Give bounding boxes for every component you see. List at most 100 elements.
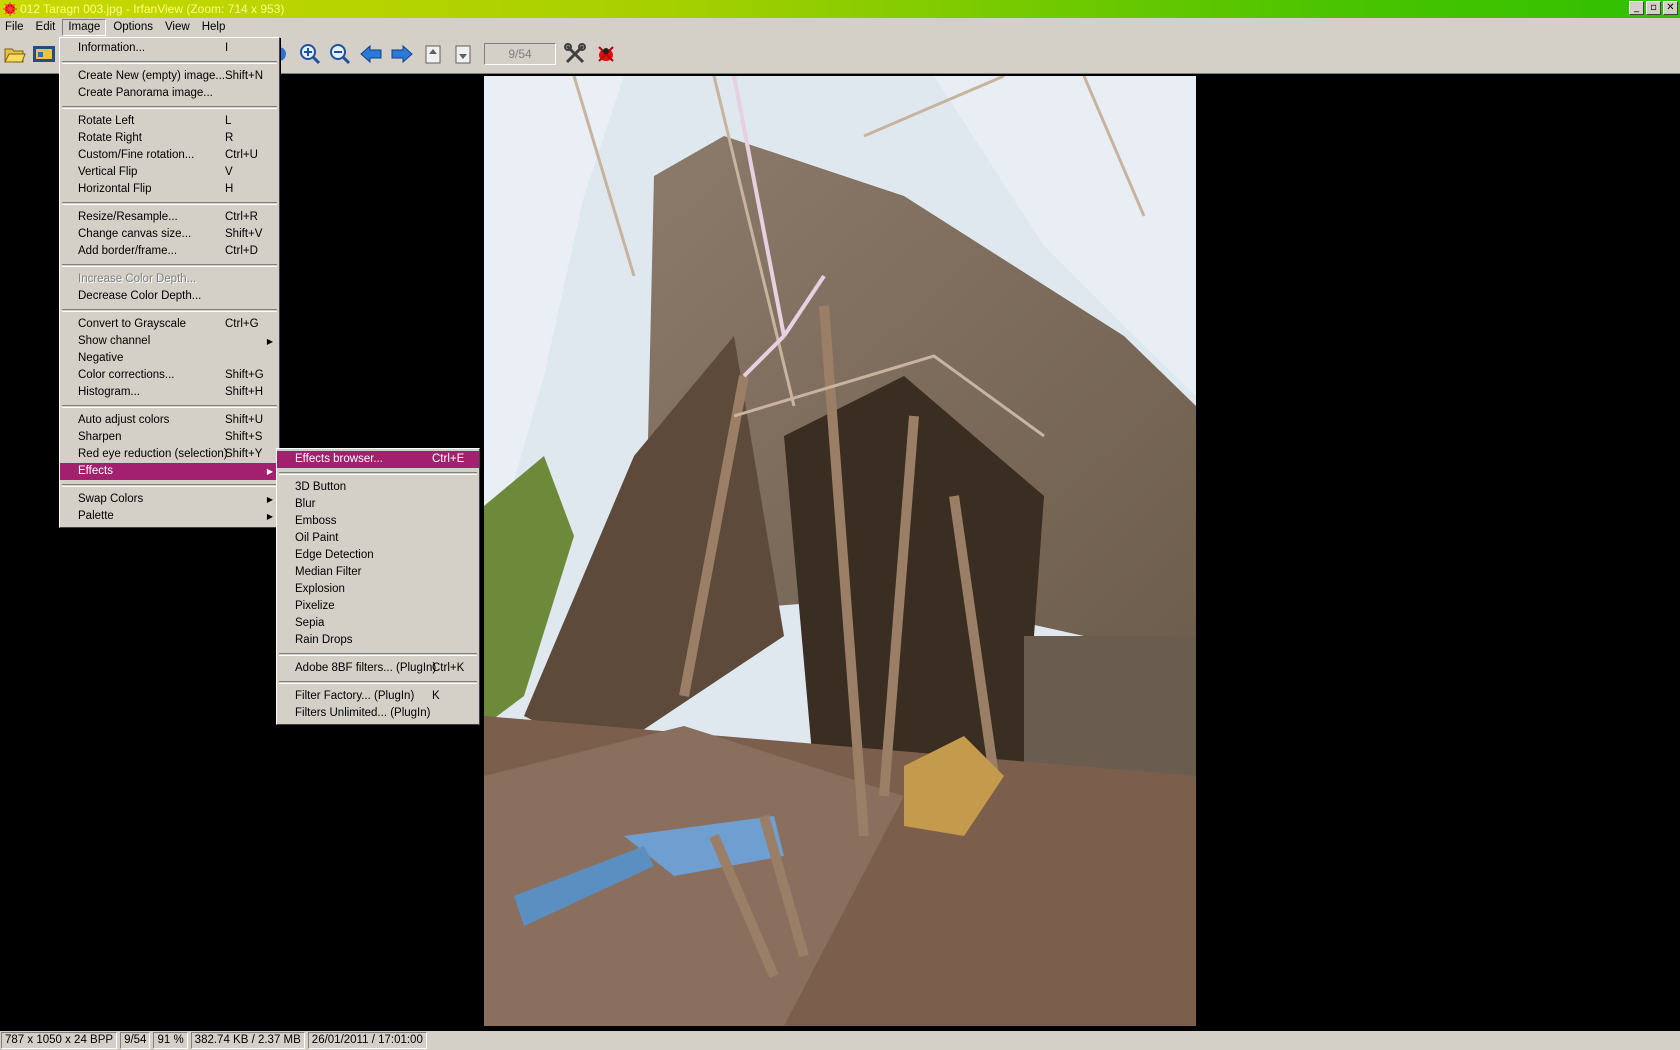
menu-item-shortcut: R [225,132,234,144]
menu-item-filters-unlimited-plugin[interactable]: Filters Unlimited... (PlugIn) [277,705,479,722]
menu-item-custom-fine-rotation[interactable]: Custom/Fine rotation... Ctrl+U [60,147,279,164]
menu-separator [62,405,277,408]
menu-item-shortcut: K [432,690,440,702]
menu-separator [279,681,477,684]
menu-item-sharpen[interactable]: Sharpen Shift+S [60,429,279,446]
properties-tools-icon[interactable] [563,42,587,66]
menu-item-label: Explosion [295,583,345,595]
menu-item-median-filter[interactable]: Median Filter [277,564,479,581]
menu-item-label: Add border/frame... [78,245,178,257]
menu-item-create-panorama-image[interactable]: Create Panorama image... [60,85,279,102]
maximize-button[interactable]: ▫ [1646,1,1661,15]
menu-item-shortcut: Shift+V [225,228,263,240]
page-counter: 9/54 [484,43,556,65]
menu-item-red-eye-reduction-selection[interactable]: Red eye reduction (selection) Shift+Y [60,446,279,463]
menu-item-convert-to-grayscale[interactable]: Convert to Grayscale Ctrl+G [60,316,279,333]
menu-item-label: Decrease Color Depth... [78,290,202,302]
menu-item-pixelize[interactable]: Pixelize [277,598,479,615]
menu-item-decrease-color-depth[interactable]: Decrease Color Depth... [60,288,279,305]
title-bar: 012 Taragn 003.jpg - IrfanView (Zoom: 71… [0,0,1680,18]
menu-item-3d-button[interactable]: 3D Button [277,479,479,496]
next-image-icon[interactable] [390,42,414,66]
menu-item-resize-resample[interactable]: Resize/Resample... Ctrl+R [60,209,279,226]
first-page-icon[interactable] [421,42,445,66]
menu-item-information[interactable]: Information... I [60,40,279,57]
menu-item-label: Filter Factory... (PlugIn) [295,690,415,702]
menu-item-add-border-frame[interactable]: Add border/frame... Ctrl+D [60,243,279,260]
status-page-index: 9/54 [120,1032,151,1049]
menu-item-label: Adobe 8BF filters... (PlugIn) [295,662,437,674]
menu-item-label: Emboss [295,515,337,527]
open-folder-icon[interactable] [3,42,27,66]
menu-separator [62,106,277,109]
menu-item-histogram[interactable]: Histogram... Shift+H [60,384,279,401]
menu-item-label: Blur [295,498,316,510]
zoom-in-icon[interactable] [298,42,322,66]
irfanview-app-icon[interactable] [3,2,17,16]
menu-item-effects[interactable]: Effects ▶ [60,463,279,480]
menu-separator [62,264,277,267]
menu-item-oil-paint[interactable]: Oil Paint [277,530,479,547]
menu-item-sepia[interactable]: Sepia [277,615,479,632]
menu-item-label: Color corrections... [78,369,175,381]
menu-item-rain-drops[interactable]: Rain Drops [277,632,479,649]
menu-item-rotate-left[interactable]: Rotate Left L [60,113,279,130]
menu-item-label: Rotate Right [78,132,142,144]
menu-item-filter-factory-plugin[interactable]: Filter Factory... (PlugIn) K [277,688,479,705]
menu-item-emboss[interactable]: Emboss [277,513,479,530]
menu-item-swap-colors[interactable]: Swap Colors ▶ [60,491,279,508]
menu-item-shortcut: L [225,115,232,127]
menu-item-label: Change canvas size... [78,228,192,240]
menu-edit[interactable]: Edit [31,19,61,36]
menu-item-create-new-empty-image[interactable]: Create New (empty) image... Shift+N [60,68,279,85]
previous-image-icon[interactable] [359,42,383,66]
submenu-arrow-icon: ▶ [266,467,273,476]
menu-item-shortcut: I [225,42,229,54]
menu-item-label: Custom/Fine rotation... [78,149,195,161]
menu-item-shortcut: Ctrl+R [225,211,258,223]
menu-file[interactable]: File [0,19,29,36]
menu-view[interactable]: View [160,19,195,36]
zoom-out-icon[interactable] [328,42,352,66]
menu-item-show-channel[interactable]: Show channel ▶ [60,333,279,350]
menu-options[interactable]: Options [108,19,158,36]
menu-item-shortcut: V [225,166,233,178]
status-date-time: 26/01/2011 / 17:01:00 [307,1032,427,1049]
menu-item-adobe-8bf-filters-plugin[interactable]: Adobe 8BF filters... (PlugIn) Ctrl+K [277,660,479,677]
status-zoom: 91 % [153,1032,188,1049]
menu-item-edge-detection[interactable]: Edge Detection [277,547,479,564]
menu-item-color-corrections[interactable]: Color corrections... Shift+G [60,367,279,384]
last-page-icon[interactable] [451,42,475,66]
menu-item-label: Red eye reduction (selection) [78,448,228,460]
menu-bar: File Edit Image Options View Help [0,18,1680,37]
menu-item-auto-adjust-colors[interactable]: Auto adjust colors Shift+U [60,412,279,429]
menu-item-label: Swap Colors [78,493,144,505]
menu-item-label: Negative [78,352,124,364]
menu-item-effects-browser[interactable]: Effects browser... Ctrl+E [277,451,479,468]
minimize-button[interactable]: _ [1629,1,1644,15]
menu-item-explosion[interactable]: Explosion [277,581,479,598]
menu-item-rotate-right[interactable]: Rotate Right R [60,130,279,147]
menu-item-horizontal-flip[interactable]: Horizontal Flip H [60,181,279,198]
menu-image[interactable]: Image [62,19,107,36]
barn-photo [484,76,1196,1026]
menu-separator [62,61,277,64]
menu-item-shortcut: H [225,183,234,195]
menu-item-change-canvas-size[interactable]: Change canvas size... Shift+V [60,226,279,243]
menu-separator [62,309,277,312]
menu-item-negative[interactable]: Negative [60,350,279,367]
menu-item-vertical-flip[interactable]: Vertical Flip V [60,164,279,181]
menu-item-label: Palette [78,510,114,522]
menu-item-increase-color-depth[interactable]: Increase Color Depth... [60,271,279,288]
menu-help[interactable]: Help [197,19,231,36]
image-canvas[interactable] [484,76,1196,1026]
irfanview-logo-icon[interactable] [594,42,618,66]
menu-item-palette[interactable]: Palette ▶ [60,508,279,525]
status-bar: 787 x 1050 x 24 BPP 9/54 91 % 382.74 KB … [0,1031,1680,1050]
close-button[interactable]: ✕ [1663,1,1678,15]
menu-item-shortcut: Shift+S [225,431,263,443]
menu-item-blur[interactable]: Blur [277,496,479,513]
submenu-arrow-icon: ▶ [266,337,273,346]
slideshow-icon[interactable] [32,42,56,66]
menu-item-shortcut: Ctrl+G [225,318,259,330]
